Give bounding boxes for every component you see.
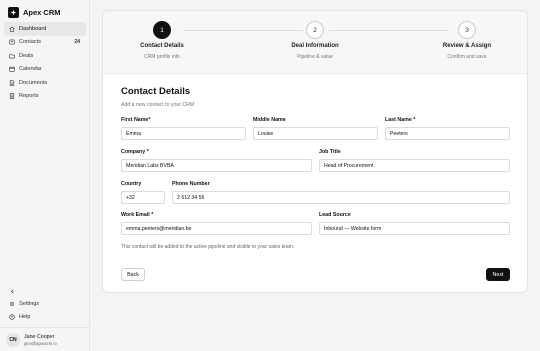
step-title: Review & Assign [442,43,492,49]
step-title: Contact Details [140,43,184,49]
sidebar-nav: Dashboard Contacts 24 Deals Calendar Doc… [4,22,86,103]
step-deal-information[interactable]: 2 Deal Information Pipeline & value [265,21,365,60]
sidebar-item-settings[interactable]: Settings [4,297,86,311]
lead-source-select[interactable]: Inbound — Website form [319,222,510,235]
country-label: Country [121,181,142,187]
first-name-field: First Name* Emma [121,117,246,140]
middle-name-input[interactable]: Louise [253,127,378,140]
job-title-label: Job Title [319,149,341,155]
lead-source-field: Lead Source Inbound — Website form [319,212,510,235]
sidebar-item-deals[interactable]: Deals [4,49,86,63]
sidebar-item-label: Deals [19,52,34,59]
folder-icon [8,52,15,59]
country-field: Country +32 [121,181,165,204]
phone-label: Phone Number [172,181,210,187]
step-subtitle: Confirm and save [447,54,487,60]
back-button[interactable]: Back [121,268,145,281]
next-button[interactable]: Next [486,268,510,281]
sidebar-item-label: Contacts [19,39,42,46]
company-input[interactable]: Meridian Labs BVBA [121,159,312,172]
step-contact-details[interactable]: 1 Contact Details CRM profile info [112,21,212,60]
sidebar-item-label: Calendar [19,66,42,73]
middle-name-field: Middle Name Louise [253,117,378,140]
apex-logo-icon [8,7,19,18]
sidebar-item-contacts[interactable]: Contacts 24 [4,36,86,50]
sidebar-item-dashboard[interactable]: Dashboard [4,22,86,36]
first-name-label: First Name* [121,117,151,123]
form-subtitle: Add a new contact to your CRM [121,102,195,108]
step-title: Deal Information [291,43,339,49]
step-number: 1 [153,21,171,39]
sidebar-item-label: Documents [19,79,48,86]
sidebar-item-label: Help [19,314,31,321]
gear-icon [8,300,15,307]
sidebar-item-label: Reports [19,93,39,100]
sidebar: Apex CRM Dashboard Contacts 24 Deals Cal… [0,0,90,351]
contacts-icon [8,39,15,46]
last-name-label: Last Name * [385,117,416,123]
new-contact-card: 1 Contact Details CRM profile info 2 Dea… [102,10,528,293]
step-subtitle: Pipeline & value [297,54,333,60]
sidebar-item-reports[interactable]: Reports [4,90,86,104]
middle-name-label: Middle Name [253,117,286,123]
last-name-field: Last Name * Peeters [385,117,510,140]
user-email: jane@apexcrm.io [24,340,57,346]
sidebar-item-calendar[interactable]: Calendar [4,63,86,77]
form-note: This contact will be added to the active… [121,244,295,250]
avatar: CN [6,332,20,347]
work-email-input[interactable]: emma.peeters@meridian.be [121,222,312,235]
sidebar-item-label: Settings [19,300,40,307]
sidebar-item-help[interactable]: Help [4,311,86,325]
reports-icon [8,93,15,100]
sidebar-item-documents[interactable]: Documents [4,76,86,90]
brand[interactable]: Apex CRM [8,7,61,18]
step-subtitle: CRM profile info [144,54,180,60]
contacts-count-badge: 24 [74,39,80,46]
job-title-input[interactable]: Head of Procurement [319,159,510,172]
phone-field: Phone Number 2 612 34 56 [172,181,510,204]
first-name-input[interactable]: Emma [121,127,246,140]
lead-source-label: Lead Source [319,212,351,218]
sidebar-item-label: Dashboard [19,25,47,32]
work-email-field: Work Email * emma.peeters@meridian.be [121,212,312,235]
home-icon [8,25,15,32]
job-title-field: Job Title Head of Procurement [319,149,510,172]
app-name: Apex CRM [23,8,61,17]
calendar-icon [8,66,15,73]
wizard-stepper: 1 Contact Details CRM profile info 2 Dea… [103,11,527,74]
country-code-select[interactable]: +32 [121,191,165,204]
sidebar-footer-nav: Settings Help [4,297,86,324]
user-name: Jane Cooper [24,333,55,340]
form-title: Contact Details [121,86,191,97]
document-icon [8,79,15,86]
company-label: Company * [121,149,149,155]
collapse-sidebar-icon[interactable] [8,287,16,295]
work-email-label: Work Email * [121,212,154,218]
company-field: Company * Meridian Labs BVBA [121,149,312,172]
form-header: Contact Details Add a new contact to you… [121,86,194,108]
step-number: 3 [458,21,476,39]
step-review-assign[interactable]: 3 Review & Assign Confirm and save [417,21,517,60]
help-icon [8,314,15,321]
last-name-input[interactable]: Peeters [385,127,510,140]
step-number: 2 [306,21,324,39]
user-profile[interactable]: CN Jane Cooper jane@apexcrm.io [0,327,90,351]
phone-input[interactable]: 2 612 34 56 [172,191,510,204]
